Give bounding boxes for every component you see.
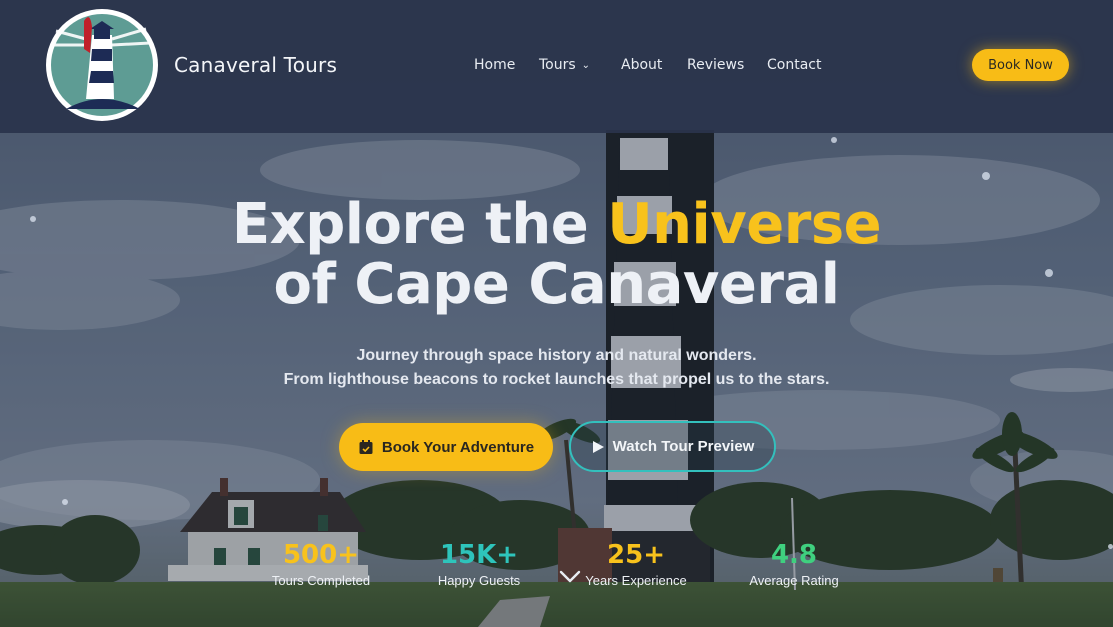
particle-dot	[831, 137, 837, 143]
particle-dot	[62, 499, 68, 505]
particle-dot	[982, 172, 990, 180]
stat-value: 4.8	[770, 540, 818, 570]
nav-tours-label: Tours	[539, 57, 576, 73]
brand-logo[interactable]	[46, 9, 158, 121]
watch-preview-label: Watch Tour Preview	[612, 438, 755, 455]
stat-tours-completed: 500+ Tours Completed	[241, 540, 401, 588]
nav-tours-link[interactable]: Tours ⌄	[539, 57, 590, 73]
particle-dot	[1108, 544, 1113, 549]
nav-home-link[interactable]: Home	[474, 57, 515, 73]
hero-title-accent: Universe	[607, 192, 882, 257]
stat-happy-guests: 15K+ Happy Guests	[399, 540, 559, 588]
book-adventure-button[interactable]: Book Your Adventure	[339, 423, 553, 471]
calendar-icon	[359, 440, 373, 454]
hero-title: Explore the Universe of Cape Canaveral	[0, 195, 1113, 315]
stat-label: Tours Completed	[271, 573, 371, 588]
chevron-down-icon: ⌄	[581, 60, 591, 71]
book-adventure-label: Book Your Adventure	[381, 438, 535, 456]
hero-subtitle-line1: Journey through space history and natura…	[356, 347, 757, 364]
site-header: Canaveral Tours Home Tours ⌄ About Review…	[0, 0, 1113, 133]
lighthouse-rocket-logo-icon	[51, 14, 153, 116]
hero-subtitle: Journey through space history and natura…	[0, 344, 1113, 392]
hero-title-line2: of Cape Canaveral	[273, 252, 840, 317]
stat-label: Average Rating	[749, 573, 839, 588]
nav-reviews-link[interactable]: Reviews	[687, 57, 744, 73]
book-now-button[interactable]: Book Now	[972, 49, 1069, 81]
hero-subtitle-line2: From lighthouse beacons to rocket launch…	[283, 371, 830, 388]
stat-label: Happy Guests	[437, 573, 521, 588]
watch-preview-button[interactable]: Watch Tour Preview	[569, 421, 776, 472]
play-icon	[592, 440, 604, 453]
scroll-down-chevron-icon[interactable]	[559, 569, 581, 585]
stat-value: 15K+	[439, 540, 519, 570]
stat-average-rating: 4.8 Average Rating	[714, 540, 874, 588]
stat-value: 500+	[282, 540, 360, 570]
nav-about-link[interactable]: About	[621, 57, 662, 73]
nav-contact-link[interactable]: Contact	[767, 57, 821, 73]
brand-name[interactable]: Canaveral Tours	[174, 53, 337, 77]
stat-value: 25+	[607, 540, 665, 570]
hero-title-part1: Explore the	[231, 192, 608, 257]
